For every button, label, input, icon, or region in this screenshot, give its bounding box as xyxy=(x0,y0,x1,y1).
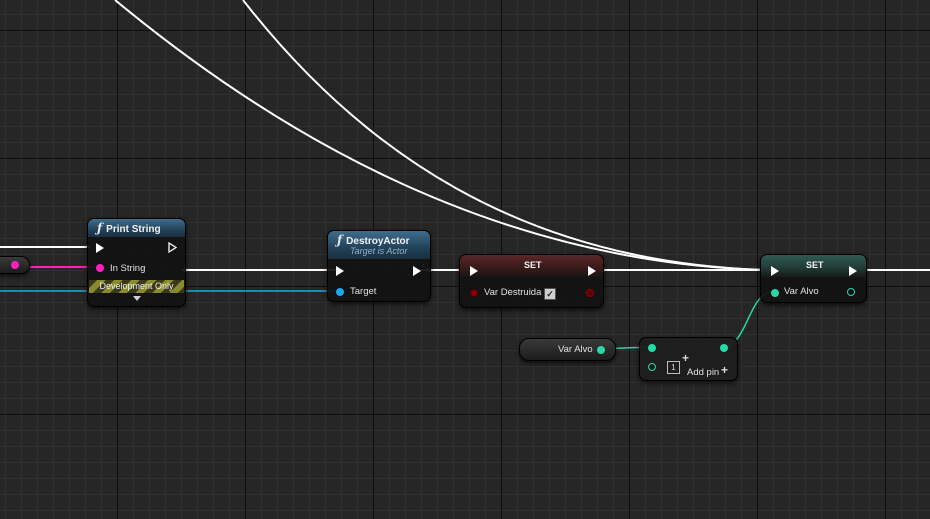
get-var-alvo-label: Var Alvo xyxy=(558,344,593,355)
var-alvo-output-pin[interactable] xyxy=(597,346,605,354)
left-stub-node[interactable] xyxy=(0,256,30,274)
destroy-actor-subtitle: Target is Actor xyxy=(350,246,408,256)
string-output-pin[interactable] xyxy=(11,261,19,269)
var-alvo-output-pin[interactable] xyxy=(847,288,855,296)
print-string-node[interactable]: ƒ Print String In String Development Only xyxy=(87,218,186,307)
destroy-actor-node[interactable]: ƒ DestroyActor Target is Actor Target xyxy=(327,230,431,302)
function-icon: ƒ xyxy=(97,221,103,235)
exec-in-pin[interactable] xyxy=(336,266,344,276)
exec-out-pin[interactable] xyxy=(413,266,421,276)
add-pin-icon[interactable]: + xyxy=(721,363,728,377)
set-alvo-node[interactable]: SET Var Alvo xyxy=(760,254,867,303)
var-destruida-label: Var Destruida xyxy=(484,287,542,298)
var-destruida-checkbox[interactable]: ✓ xyxy=(544,288,556,300)
exec-in-pin[interactable] xyxy=(771,266,779,276)
development-only-label: Development Only xyxy=(99,281,174,291)
bool-input-pin[interactable] xyxy=(470,289,478,297)
set-destruida-title: SET xyxy=(524,260,542,270)
get-var-alvo-node[interactable]: Var Alvo xyxy=(519,338,616,361)
exec-out-pin[interactable] xyxy=(849,266,857,276)
array-index-box: 1 xyxy=(667,361,680,374)
var-alvo-label: Var Alvo xyxy=(784,286,819,297)
exec-wire-from-above-2 xyxy=(242,0,766,271)
array-output-pin[interactable] xyxy=(720,344,728,352)
bool-output-pin[interactable] xyxy=(586,289,594,297)
print-string-title: ƒ Print String xyxy=(97,221,161,235)
target-pin[interactable] xyxy=(336,288,344,296)
in-string-pin[interactable] xyxy=(96,264,104,272)
exec-wire-from-above-1 xyxy=(114,0,766,271)
function-icon: ƒ xyxy=(337,233,343,247)
make-array-node[interactable]: + 1 Add pin + xyxy=(639,337,738,381)
add-pin-label[interactable]: Add pin xyxy=(687,367,719,378)
exec-out-pin[interactable] xyxy=(168,242,178,253)
destroy-actor-title: ƒ DestroyActor xyxy=(337,233,410,247)
target-label: Target xyxy=(350,286,377,297)
in-string-label: In String xyxy=(110,263,146,274)
array-input-pin-1[interactable] xyxy=(648,363,656,371)
array-input-pin-0[interactable] xyxy=(648,344,656,352)
exec-out-pin[interactable] xyxy=(588,266,596,276)
set-alvo-title: SET xyxy=(806,260,824,270)
plus-icon: + xyxy=(682,351,690,365)
expand-chevron-icon[interactable] xyxy=(133,296,141,301)
exec-in-pin[interactable] xyxy=(96,243,104,253)
exec-in-pin[interactable] xyxy=(470,266,478,276)
var-alvo-input-pin[interactable] xyxy=(771,289,779,297)
set-destruida-node[interactable]: SET Var Destruida ✓ xyxy=(459,254,604,308)
